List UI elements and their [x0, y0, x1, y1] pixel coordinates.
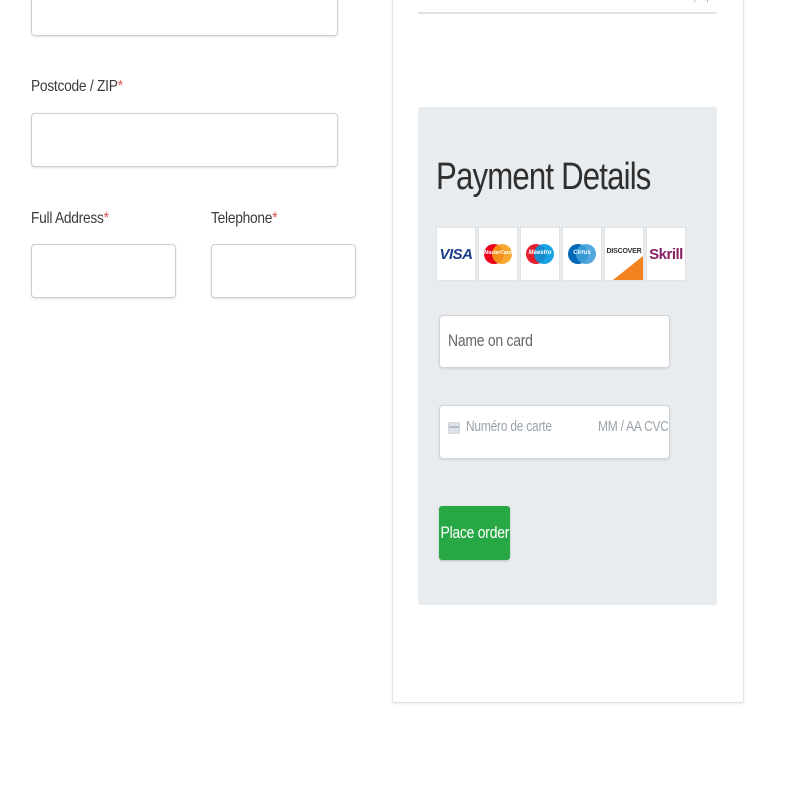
mastercard-logo-text: MasterCard — [484, 250, 512, 256]
telephone-label-text: Telephone — [211, 210, 273, 227]
name-on-card-placeholder: Name on card — [448, 331, 533, 350]
address-line-input[interactable] — [31, 0, 338, 36]
maestro-logo: Maestro — [520, 227, 560, 281]
full-address-required-mark: * — [103, 210, 109, 227]
visa-logo: VISA — [436, 227, 476, 281]
expiry-cvc-placeholder: MM / AA CVC — [598, 418, 669, 435]
name-on-card-input[interactable]: Name on card — [439, 315, 670, 368]
full-address-label-text: Full Address — [31, 210, 104, 227]
mastercard-logo: MasterCard — [478, 227, 518, 281]
visa-logo-text: VISA — [439, 245, 473, 263]
skrill-logo-text: Skrill — [649, 245, 683, 263]
summary-divider — [418, 12, 717, 14]
cirrus-logo: Cirrus — [562, 227, 602, 281]
postcode-required-mark: * — [117, 78, 123, 95]
maestro-logo-text: Maestro — [528, 250, 552, 256]
postcode-label: Postcode / ZIP* — [31, 78, 123, 96]
postcode-label-text: Postcode / ZIP — [31, 78, 118, 95]
telephone-input[interactable] — [211, 244, 356, 298]
place-order-button[interactable]: Place order — [439, 506, 510, 560]
postcode-input[interactable] — [31, 113, 338, 167]
skrill-logo: Skrill — [646, 227, 686, 281]
credit-card-icon — [448, 422, 460, 434]
card-logos-row: VISA MasterCard Maestro Cirrus DISCOVER … — [436, 227, 686, 281]
discover-logo-text: DISCOVER — [606, 247, 642, 255]
summary-overflow-mark: ⌐ ¬ — [694, 0, 709, 6]
payment-details-title: Payment Details — [436, 156, 651, 198]
cirrus-logo-text: Cirrus — [573, 250, 591, 256]
telephone-label: Telephone* — [211, 210, 278, 228]
full-address-input[interactable] — [31, 244, 176, 298]
card-number-placeholder: Numéro de carte — [466, 418, 552, 435]
card-number-input[interactable]: Numéro de carte MM / AA CVC — [439, 405, 670, 459]
full-address-label: Full Address* — [31, 210, 109, 228]
telephone-required-mark: * — [272, 210, 278, 227]
discover-logo: DISCOVER — [604, 227, 644, 281]
place-order-label: Place order — [440, 523, 509, 542]
